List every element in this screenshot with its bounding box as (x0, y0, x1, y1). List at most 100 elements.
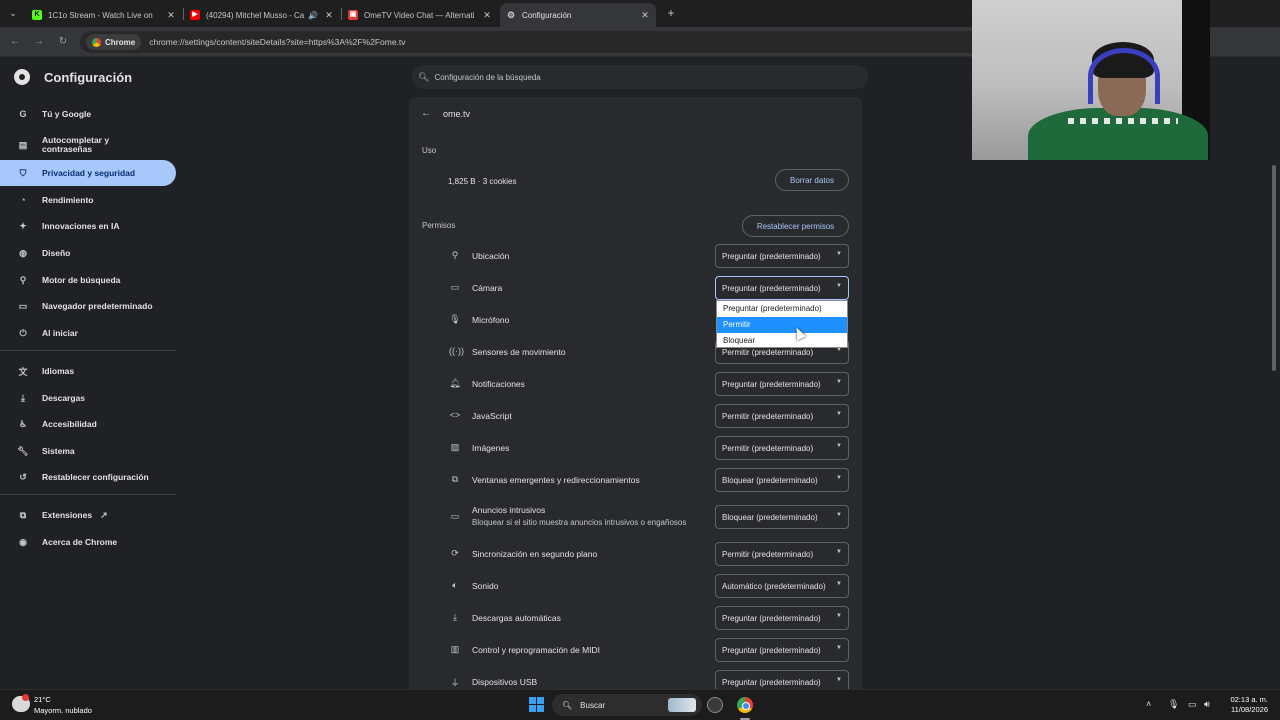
app-icon[interactable] (707, 697, 723, 713)
taskbar-clock[interactable]: 02:13 a. m. 11/08/2026 (1222, 695, 1268, 715)
select-value: Preguntar (predeterminado) (722, 613, 821, 623)
permission-row-intrusive-ads: ▭ Anuncios intrusivos Bloquear si el sit… (409, 498, 862, 536)
weather-temperature[interactable]: 21°C (34, 695, 51, 704)
chrome-logo-icon (14, 69, 30, 85)
sidebar-item-accessibility[interactable]: ♿︎ Accesibilidad (0, 411, 176, 437)
settings-search-input[interactable]: 🔍︎ Configuración de la búsqueda (412, 65, 868, 89)
sound-select[interactable]: Automático (predeterminado) ▼ (715, 574, 849, 598)
auto-downloads-select[interactable]: Preguntar (predeterminado) ▼ (715, 606, 849, 630)
permission-row-javascript: <> JavaScript Permitir (predeterminado) … (409, 400, 862, 432)
windows-start-icon[interactable] (529, 697, 544, 712)
sidebar-item-about-chrome[interactable]: ◉ Acerca de Chrome (0, 529, 176, 555)
images-select[interactable]: Permitir (predeterminado) ▼ (715, 436, 849, 460)
search-icon: 🔍︎ (418, 71, 430, 82)
dropdown-option-allow[interactable]: Permitir (717, 317, 847, 333)
sidebar-item-ai[interactable]: ✦ Innovaciones en IA (0, 213, 176, 239)
chevron-down-icon: ▼ (836, 379, 842, 385)
kick-icon: K (32, 10, 42, 20)
new-tab-button[interactable]: + (664, 6, 678, 20)
sidebar-item-downloads[interactable]: ⤓ Descargas (0, 385, 176, 411)
reload-button[interactable]: ↻ (56, 35, 70, 49)
chrome-chip[interactable]: Chrome (86, 34, 142, 50)
chevron-down-icon: ▼ (836, 549, 842, 555)
sidebar-item-languages[interactable]: 文 Idiomas (0, 358, 176, 384)
webcam-overlay (972, 0, 1210, 160)
chevron-down-icon: ▼ (836, 443, 842, 449)
javascript-select[interactable]: Permitir (predeterminado) ▼ (715, 404, 849, 428)
sparkle-icon: ✦ (19, 220, 27, 231)
location-select[interactable]: Preguntar (predeterminado) ▼ (715, 244, 849, 268)
close-icon[interactable]: ✕ (640, 10, 650, 21)
sidebar-item-label: Idiomas (42, 366, 75, 376)
midi-select[interactable]: Preguntar (predeterminado) ▼ (715, 638, 849, 662)
taskbar-search[interactable]: 🔍︎ Buscar (552, 694, 702, 716)
permission-label: JavaScript (472, 411, 512, 421)
clear-data-button[interactable]: Borrar datos (775, 169, 849, 191)
page-scrollbar[interactable] (1270, 160, 1278, 690)
camera-select[interactable]: Preguntar (predeterminado) ▼ (715, 276, 849, 300)
tab-youtube[interactable]: ▶ (40294) Mitchel Musso - Ca 🔊 ✕ (184, 3, 340, 27)
camera-dropdown-list: Preguntar (predeterminado) Permitir Bloq… (716, 300, 848, 348)
usb-select[interactable]: Preguntar (predeterminado) ▼ (715, 670, 849, 689)
tab-ometv[interactable]: ▣ OmeTV Video Chat — Alternati ✕ (342, 3, 498, 27)
permission-row-images: ▨ Imágenes Permitir (predeterminado) ▼ (409, 432, 862, 464)
webcam-shirt-stripes (1068, 118, 1178, 124)
chrome-taskbar-icon[interactable] (737, 697, 753, 713)
sidebar-item-label: Privacidad y seguridad (42, 168, 136, 178)
background-sync-select[interactable]: Permitir (predeterminado) ▼ (715, 542, 849, 566)
back-button[interactable]: ← (8, 35, 22, 49)
search-placeholder: Configuración de la búsqueda (434, 72, 541, 82)
close-icon[interactable]: ✕ (324, 10, 334, 21)
popups-select[interactable]: Bloquear (predeterminado) ▼ (715, 468, 849, 492)
usb-icon: ⏚ (450, 678, 460, 688)
permission-label: Descargas automáticas (472, 613, 561, 623)
back-arrow-icon[interactable]: ← (421, 108, 431, 119)
sidebar-item-extensions[interactable]: ⧉ Extensiones ↗ (0, 502, 176, 528)
scrollbar-thumb[interactable] (1272, 165, 1276, 371)
notifications-select[interactable]: Preguntar (predeterminado) ▼ (715, 372, 849, 396)
forward-button[interactable]: → (32, 35, 46, 49)
speaker-icon[interactable]: 🔊 (308, 11, 318, 20)
sidebar-item-system[interactable]: 🔧︎ Sistema (0, 438, 176, 464)
sidebar-item-search-engine[interactable]: ⚲ Motor de búsqueda (0, 267, 176, 293)
permission-label: Micrófono (472, 315, 510, 325)
usage-value: 1,825 B · 3 cookies (448, 177, 517, 186)
page-title: Configuración (44, 70, 133, 85)
close-icon[interactable]: ✕ (166, 10, 176, 21)
weather-description[interactable]: Mayorm. nublado (34, 706, 92, 715)
permission-row-usb: ⏚ Dispositivos USB Preguntar (predetermi… (409, 666, 862, 689)
intrusive-ads-select[interactable]: Bloquear (predeterminado) ▼ (715, 505, 849, 529)
search-icon: ⚲ (19, 274, 27, 285)
sidebar-item-label: Tú y Google (42, 109, 92, 119)
microphone-icon[interactable]: 🎙︎ (1168, 699, 1179, 710)
permission-row-notifications: 🔔︎ Notificaciones Preguntar (predetermin… (409, 368, 862, 400)
close-icon[interactable]: ✕ (482, 10, 492, 21)
sidebar-item-privacy[interactable]: ⛉ Privacidad y seguridad (0, 160, 176, 186)
chevron-up-icon[interactable]: ˄ (1146, 699, 1151, 709)
chevron-down-icon: ▼ (836, 283, 842, 289)
microphone-icon: 🎙︎ (449, 314, 461, 324)
select-value: Preguntar (predeterminado) (722, 379, 821, 389)
sidebar-item-autofill[interactable]: ▤ Autocompletar y contraseñas (0, 131, 176, 159)
accessibility-icon: ♿︎ (18, 418, 28, 429)
reset-permissions-button[interactable]: Restablecer permisos (742, 215, 849, 237)
sidebar-item-reset[interactable]: ↺ Restablecer configuración (0, 464, 176, 490)
volume-icon[interactable]: 🔊︎ (1204, 699, 1210, 710)
dropdown-option-block[interactable]: Bloquear (717, 333, 847, 349)
tab-kick[interactable]: K 1C1o Stream - Watch Live on ✕ (26, 3, 182, 27)
address-bar[interactable]: Chrome chrome://settings/content/siteDet… (80, 31, 980, 53)
sidebar-item-on-startup[interactable]: ⏻ Al iniciar (0, 320, 176, 346)
sidebar-item-you-and-google[interactable]: G Tú y Google (0, 101, 176, 127)
sidebar-item-performance[interactable]: ◔ Rendimiento (0, 187, 176, 213)
display-icon[interactable]: ▭ (1188, 699, 1197, 710)
tab-search-chevron-icon[interactable]: ⌄ (6, 6, 20, 20)
code-icon: <> (449, 410, 461, 420)
select-value: Automático (predeterminado) (722, 581, 826, 591)
clock-date: 11/08/2026 (1231, 705, 1268, 714)
sidebar-item-default-browser[interactable]: ▭ Navegador predeterminado (0, 293, 176, 319)
dropdown-option-ask[interactable]: Preguntar (predeterminado) (717, 301, 847, 317)
tab-settings[interactable]: ⚙ Configuración ✕ (500, 3, 656, 27)
power-icon: ⏻ (19, 327, 27, 338)
sidebar-item-label: Autocompletar y contraseñas (42, 135, 110, 154)
sidebar-item-appearance[interactable]: ◍ Diseño (0, 240, 176, 266)
